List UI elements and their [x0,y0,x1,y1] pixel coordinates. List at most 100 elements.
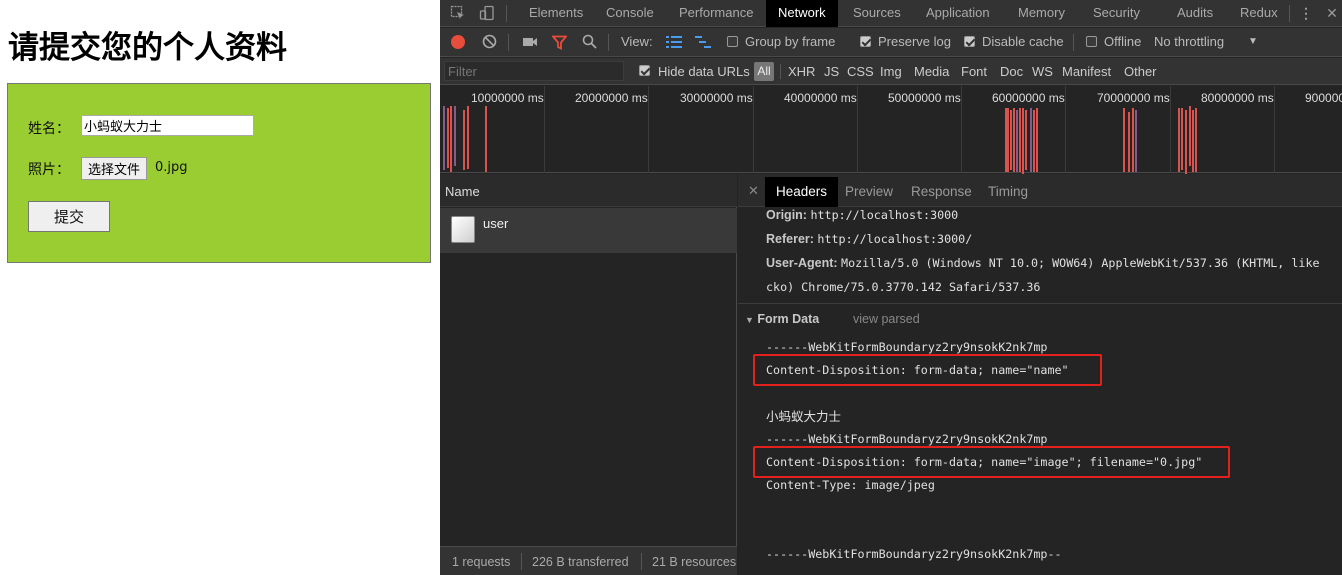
close-detail-icon[interactable]: ✕ [748,183,759,199]
filter-all-button[interactable]: All [754,62,774,81]
tab-performance[interactable]: Performance [667,0,765,27]
tab-timing[interactable]: Timing [977,177,1039,207]
inspect-element-icon[interactable] [450,5,466,21]
tab-redux[interactable]: Redux [1228,0,1290,27]
request-detail-pane: ✕ Headers Preview Response Timing Origin… [738,174,1342,575]
header-origin: Origin: http://localhost:3000 [766,208,959,222]
filter-type-img[interactable]: Img [880,64,902,79]
form-data-content-type: Content-Type: image/jpeg [766,478,935,492]
search-icon[interactable] [582,34,597,52]
filter-type-js[interactable]: JS [824,64,839,79]
timeline-request-bar [463,110,465,170]
document-file-icon [451,216,475,243]
timeline-tick-label: 60000000 ms [992,91,1065,105]
filter-type-manifest[interactable]: Manifest [1062,64,1111,79]
detail-tab-bar: ✕ Headers Preview Response Timing [738,174,1342,207]
header-referer: Referer: http://localhost:3000/ [766,232,973,246]
timeline-request-bar [1128,112,1130,172]
tab-sources[interactable]: Sources [841,0,913,27]
timeline-gridline [857,86,858,173]
record-icon[interactable] [451,35,465,49]
tab-network[interactable]: Network [766,0,838,27]
form-data-section-toggle[interactable]: ▼ Form Data [745,312,819,326]
tab-console[interactable]: Console [594,0,666,27]
clear-icon[interactable] [482,34,497,52]
filter-input[interactable] [444,61,624,81]
name-column-header[interactable]: Name [440,174,737,207]
timeline-request-bar [1192,110,1194,172]
expand-triangle-icon: ▼ [745,315,754,325]
throttling-select[interactable]: No throttling [1154,34,1224,49]
devtools-tab-bar: Elements Console Performance Network Sources… [440,0,1342,27]
timeline-gridline [1170,86,1171,173]
timeline-request-bar [1181,108,1183,170]
tab-elements[interactable]: Elements [517,0,595,27]
header-user-agent-continued: cko) Chrome/75.0.3770.142 Safari/537.36 [766,280,1041,294]
large-rows-icon[interactable] [666,35,682,52]
group-by-frame-label: Group by frame [745,34,836,49]
filter-bar: Hide data URLs All XHR JS CSS Img Media Font D… [440,58,1342,85]
name-row: 姓名： [28,115,254,138]
disable-cache-label: Disable cache [982,34,1064,49]
timeline-request-bar [1195,108,1197,172]
filter-type-ws[interactable]: WS [1032,64,1053,79]
timeline-request-bar [1033,110,1035,172]
timeline-request-bar [1189,106,1191,166]
name-input[interactable] [81,115,254,136]
timeline-request-bar [1185,110,1187,174]
timeline-tick-label: 70000000 ms [1097,91,1170,105]
screenshot-camera-icon[interactable] [522,35,538,52]
timeline-tick-label: 40000000 ms [784,91,857,105]
submit-button[interactable]: 提交 [28,201,110,232]
filter-type-font[interactable]: Font [961,64,987,79]
filter-icon[interactable] [551,35,568,53]
waterfall-icon[interactable] [695,35,711,52]
page-title: 请提交您的个人资料 [8,30,287,66]
form-data-closing-boundary: ------WebKitFormBoundaryz2ry9nsokK2nk7mp… [766,547,1062,561]
tab-security[interactable]: Security [1081,0,1152,27]
timeline-tick-label: 10000000 ms [471,91,544,105]
preserve-log-checkbox[interactable] [860,36,871,47]
offline-checkbox[interactable] [1086,36,1097,47]
filter-type-doc[interactable]: Doc [1000,64,1023,79]
hide-data-urls-label: Hide data URLs [658,64,750,79]
transferred-size: 226 B transferred [532,555,629,569]
tab-audits[interactable]: Audits [1165,0,1225,27]
tab-headers[interactable]: Headers [765,177,839,207]
group-by-frame-checkbox[interactable] [727,36,738,47]
hide-data-urls-checkbox[interactable] [639,65,650,76]
section-divider [738,303,1342,304]
filter-type-media[interactable]: Media [914,64,949,79]
tab-application[interactable]: Application [914,0,1002,27]
throttling-dropdown-icon[interactable]: ▼ [1248,36,1258,47]
more-options-icon[interactable]: ⋮ [1298,5,1314,21]
devtools-panel: Elements Console Performance Network Sources… [440,0,1342,575]
timeline-request-bar [1010,110,1012,170]
disable-cache-checkbox[interactable] [964,36,975,47]
timeline-request-bar [454,106,456,166]
timeline-request-bar [450,106,452,172]
preserve-log-label: Preserve log [878,34,951,49]
filter-type-xhr[interactable]: XHR [788,64,815,79]
timeline-request-bar [1123,108,1125,172]
filter-type-other[interactable]: Other [1124,64,1157,79]
view-parsed-link[interactable]: view parsed [853,312,920,326]
view-label: View: [621,34,653,49]
photo-row: 照片： 选择文件 0.jpg [28,157,188,180]
network-overview-timeline: 10000000 ms 20000000 ms 30000000 ms 4000000… [440,86,1342,174]
timeline-request-bar [443,106,445,170]
choose-file-button[interactable]: 选择文件 [81,157,148,180]
timeline-gridline [1065,86,1066,173]
timeline-request-bar [1019,108,1021,172]
tab-preview[interactable]: Preview [834,177,904,207]
form-data-name-value: 小蚂蚁大力士 [766,409,842,424]
request-row[interactable]: user [440,208,737,253]
profile-form: 姓名： 照片： 选择文件 0.jpg 提交 [7,83,431,263]
filter-type-css[interactable]: CSS [847,64,874,79]
timeline-request-bar [1016,110,1018,172]
device-toolbar-icon[interactable] [479,5,495,21]
timeline-gridline [961,86,962,173]
close-devtools-icon[interactable]: ✕ [1324,5,1340,21]
tab-response[interactable]: Response [900,177,983,207]
tab-memory[interactable]: Memory [1006,0,1077,27]
